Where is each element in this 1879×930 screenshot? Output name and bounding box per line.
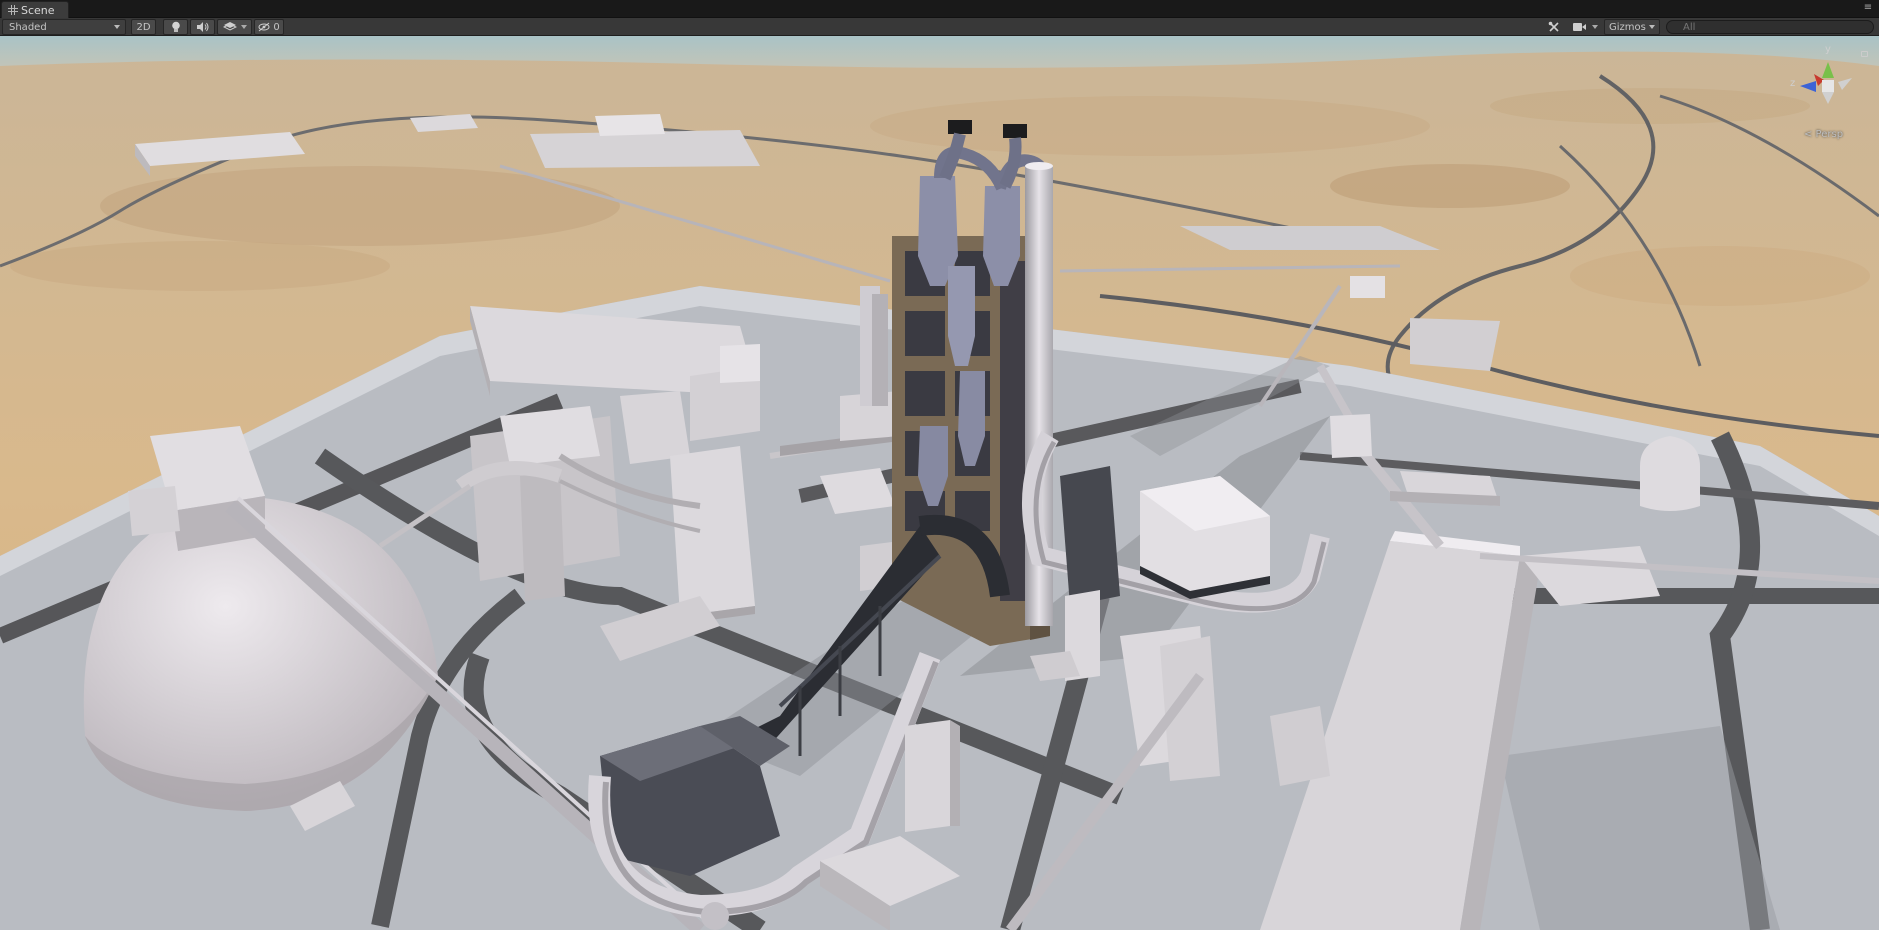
- hierarchy-search-input[interactable]: [1666, 20, 1874, 34]
- tab-bar: Scene ≡: [0, 0, 1879, 18]
- chevron-down-icon: [1649, 25, 1655, 29]
- hidden-count: 0: [273, 21, 280, 33]
- camera-settings-button[interactable]: [1568, 19, 1602, 35]
- panel-menu-icon[interactable]: ≡: [1861, 2, 1875, 14]
- toggle-2d-button[interactable]: 2D: [131, 19, 156, 35]
- tools-icon: [1548, 21, 1559, 32]
- chevron-down-icon: [114, 25, 120, 29]
- scene-grid-icon: [8, 5, 18, 15]
- speaker-icon: [196, 22, 208, 32]
- hidden-objects-toggle[interactable]: 0: [254, 19, 284, 35]
- axis-y-label: y: [1825, 44, 1831, 55]
- light-bulb-icon: [171, 21, 180, 32]
- eye-crossed-icon: [258, 22, 270, 32]
- gizmos-dropdown[interactable]: Gizmos: [1604, 19, 1660, 35]
- lock-icon[interactable]: [1861, 51, 1868, 57]
- scene-tools-button[interactable]: [1543, 19, 1565, 35]
- projection-toggle[interactable]: < Persp: [1804, 129, 1843, 140]
- toggle-2d-label: 2D: [136, 21, 151, 33]
- camera-icon: [1572, 23, 1586, 31]
- axis-gizmo-icon: [1800, 62, 1852, 104]
- axis-z-label: z: [1790, 78, 1796, 89]
- gizmos-label: Gizmos: [1609, 21, 1646, 33]
- effects-layers-icon: [222, 22, 237, 31]
- tab-scene-label: Scene: [21, 3, 55, 17]
- factory-scene-render: [0, 36, 1879, 930]
- orientation-gizmo[interactable]: y z: [1780, 44, 1876, 134]
- scene-viewport[interactable]: y z < Persp: [0, 36, 1879, 930]
- chevron-down-icon: [1591, 25, 1598, 29]
- shading-mode-label: Shaded: [9, 21, 47, 33]
- lighting-toggle-button[interactable]: [163, 19, 188, 35]
- chevron-down-icon: [240, 25, 247, 29]
- audio-toggle-button[interactable]: [190, 19, 215, 35]
- scene-toolbar: Shaded 2D 0 Gizmos All: [0, 18, 1879, 36]
- effects-toggle-button[interactable]: [217, 19, 252, 35]
- shading-mode-dropdown[interactable]: Shaded: [2, 19, 126, 35]
- tab-scene[interactable]: Scene: [1, 1, 69, 18]
